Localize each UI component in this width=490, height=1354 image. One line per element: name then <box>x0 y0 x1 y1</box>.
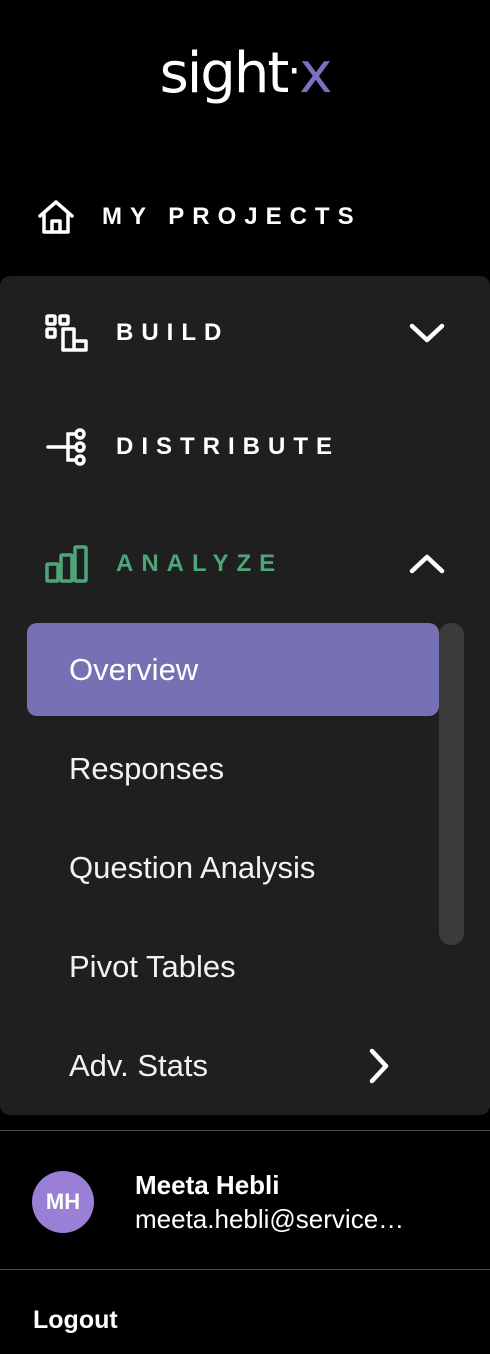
nav-distribute-label: DISTRIBUTE <box>116 433 340 460</box>
build-icon <box>44 313 90 353</box>
chevron-down-icon[interactable] <box>408 321 446 345</box>
nav-my-projects[interactable]: MY PROJECTS <box>36 195 362 239</box>
project-nav-panel: BUILD DISTRIBUTE ANALYZE Overview Respon… <box>0 276 490 1115</box>
submenu-item-label: Adv. Stats <box>69 1047 208 1083</box>
logout-link[interactable]: Logout <box>33 1302 118 1338</box>
logo-dot: · <box>287 46 301 97</box>
submenu-item-adv-stats[interactable]: Adv. Stats <box>27 1019 439 1112</box>
sightx-logo: sight·x <box>0 36 490 116</box>
nav-build-label: BUILD <box>116 319 230 346</box>
submenu-item-overview[interactable]: Overview <box>27 623 439 716</box>
submenu-item-label: Question Analysis <box>69 849 316 885</box>
user-profile[interactable]: MH Meeta Hebli meeta.hebli@service… <box>32 1162 472 1242</box>
user-email: meeta.hebli@service… <box>135 1204 405 1234</box>
logo-x-text: x <box>299 41 332 106</box>
bar-chart-icon <box>44 544 90 584</box>
submenu-item-label: Overview <box>69 651 199 687</box>
divider-bottom <box>0 1269 490 1270</box>
submenu-scrollbar[interactable] <box>439 623 464 945</box>
submenu-item-responses[interactable]: Responses <box>27 722 439 815</box>
submenu-item-pivot-tables[interactable]: Pivot Tables <box>27 920 439 1013</box>
chevron-right-icon <box>367 1047 391 1085</box>
nav-analyze-label: ANALYZE <box>116 550 284 577</box>
user-info: Meeta Hebli meeta.hebli@service… <box>135 1168 435 1236</box>
nav-distribute[interactable]: DISTRIBUTE <box>44 417 464 477</box>
nav-build[interactable]: BUILD <box>44 303 464 363</box>
nav-analyze[interactable]: ANALYZE <box>44 534 464 594</box>
divider-top <box>0 1130 490 1131</box>
chevron-up-icon[interactable] <box>408 552 446 576</box>
avatar-initials: MH <box>45 1189 81 1214</box>
submenu-item-label: Responses <box>69 750 225 786</box>
submenu-item-question-analysis[interactable]: Question Analysis <box>27 821 439 914</box>
analyze-submenu: Overview Responses Question Analysis Piv… <box>27 623 439 1115</box>
avatar: MH <box>32 1171 94 1233</box>
logo-main-text: sight <box>159 41 290 106</box>
submenu-item-label: Pivot Tables <box>69 948 236 984</box>
nav-my-projects-label: MY PROJECTS <box>102 203 362 230</box>
distribute-icon <box>44 427 90 467</box>
home-icon <box>36 197 76 237</box>
user-name: Meeta Hebli <box>135 1170 280 1200</box>
